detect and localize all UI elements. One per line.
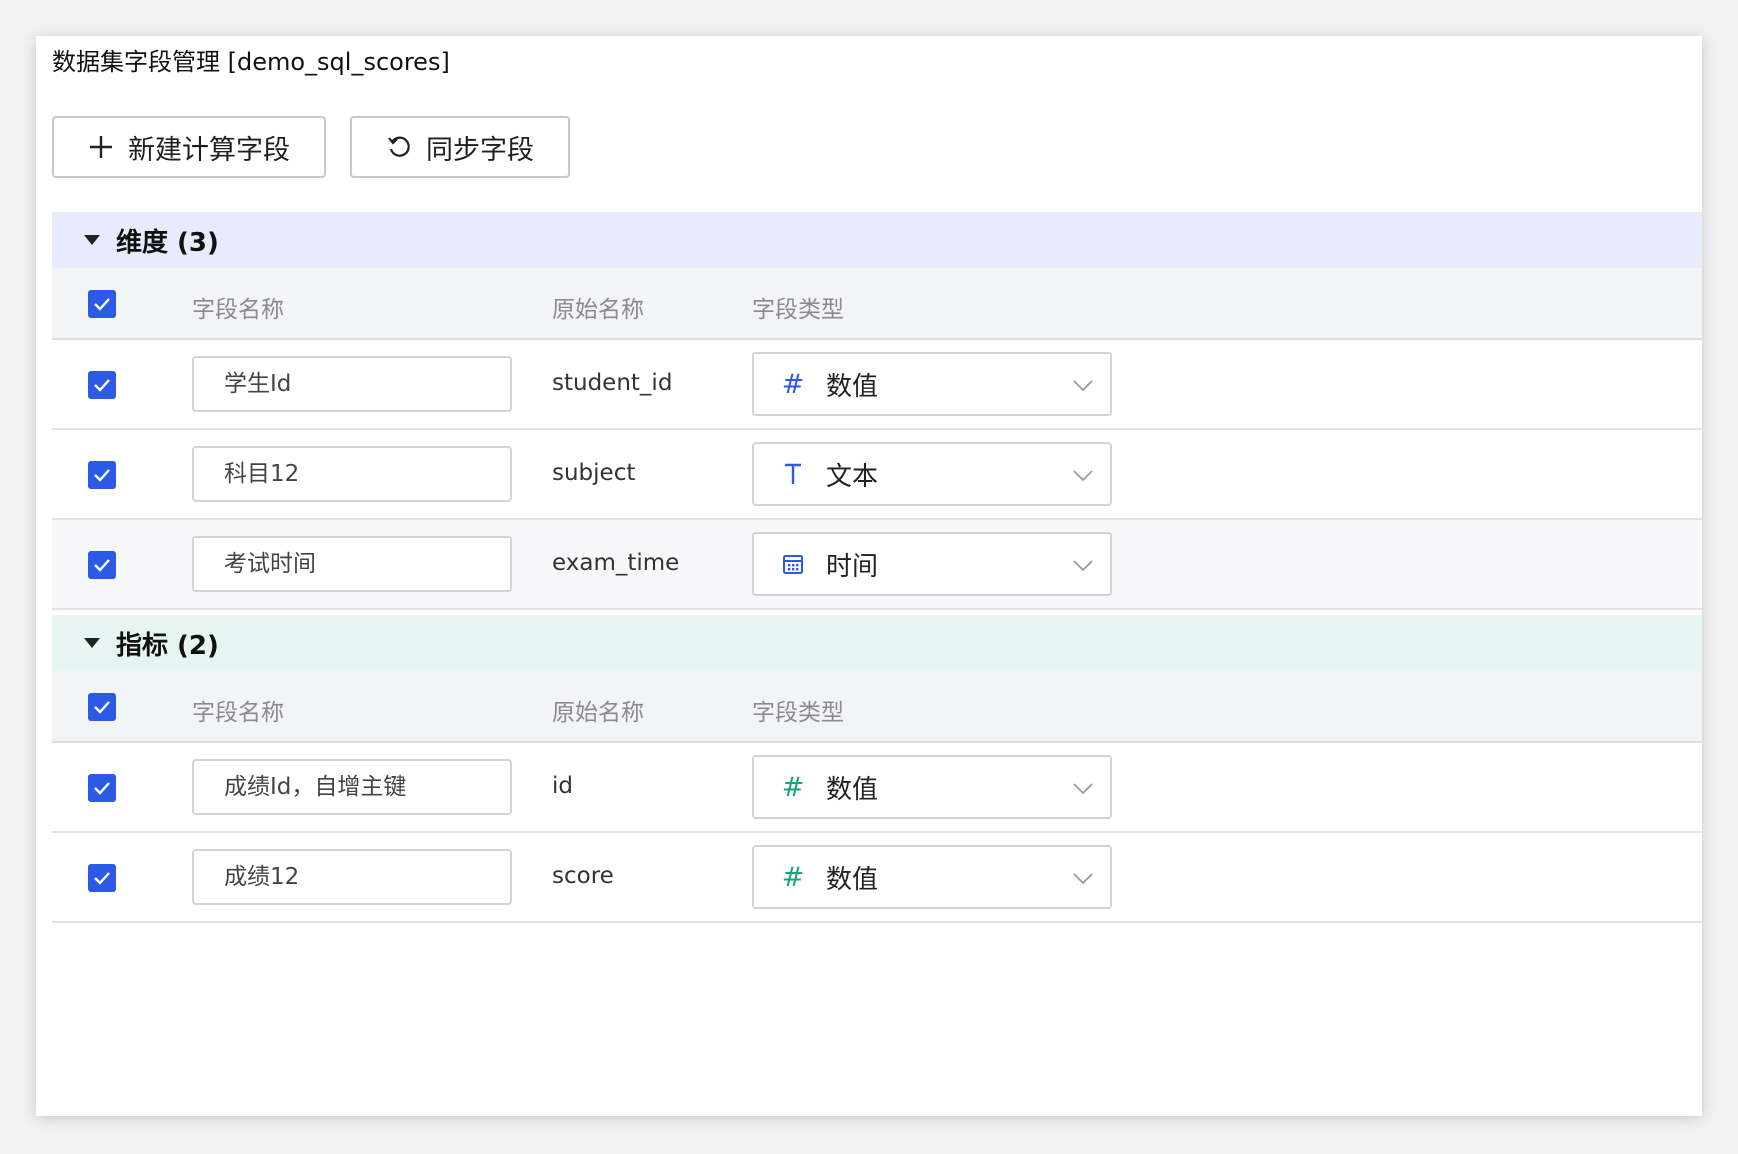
- dataset-field-manager-window: 数据集字段管理 [demo_sql_scores] 新建计算字段 同步字段 维度…: [36, 36, 1702, 1116]
- field-type-select[interactable]: 时间: [752, 532, 1112, 596]
- check-icon: [94, 298, 110, 311]
- column-header-original-name: 原始名称: [552, 297, 644, 323]
- original-name-text: student_id: [552, 370, 673, 396]
- calendar-icon: [780, 553, 806, 575]
- dimensions-section-label: 维度 (3): [116, 227, 219, 258]
- row-checkbox[interactable]: [88, 371, 116, 399]
- original-name-text: id: [552, 773, 573, 799]
- column-header-field-name: 字段名称: [192, 297, 284, 323]
- field-type-value: 文本: [826, 461, 879, 492]
- field-type-value: 数值: [826, 864, 879, 895]
- original-name-text: subject: [552, 460, 636, 486]
- check-icon: [94, 469, 110, 482]
- select-all-metrics-checkbox[interactable]: [88, 693, 116, 721]
- hash-icon: #: [781, 771, 805, 803]
- field-name-input[interactable]: 科目12: [192, 446, 512, 502]
- check-icon: [94, 559, 110, 572]
- dimensions-section-header[interactable]: 维度 (3): [52, 212, 1702, 270]
- table-row: 学生Id student_id # 数值: [52, 340, 1702, 430]
- row-checkbox[interactable]: [88, 774, 116, 802]
- caret-down-icon: [84, 235, 100, 245]
- field-type-value: 数值: [826, 774, 879, 805]
- chevron-down-icon: [1073, 783, 1093, 795]
- field-name-input[interactable]: 考试时间: [192, 536, 512, 592]
- metrics-table-header: 字段名称 原始名称 字段类型: [52, 671, 1702, 743]
- column-header-field-type: 字段类型: [752, 700, 844, 726]
- page-title: 数据集字段管理 [demo_sql_scores]: [52, 48, 450, 76]
- new-calculated-field-button[interactable]: 新建计算字段: [52, 116, 326, 178]
- check-icon: [94, 872, 110, 885]
- new-calculated-field-label: 新建计算字段: [128, 134, 290, 166]
- field-type-select[interactable]: # 数值: [752, 845, 1112, 909]
- column-header-original-name: 原始名称: [552, 700, 644, 726]
- sync-fields-label: 同步字段: [426, 134, 534, 166]
- metrics-section-label: 指标 (2): [116, 630, 219, 661]
- table-row: 成绩12 score # 数值: [52, 833, 1702, 923]
- field-type-select[interactable]: # 数值: [752, 352, 1112, 416]
- select-all-dimensions-checkbox[interactable]: [88, 290, 116, 318]
- column-header-field-name: 字段名称: [192, 700, 284, 726]
- check-icon: [94, 701, 110, 714]
- hash-icon: #: [781, 368, 805, 400]
- field-name-input[interactable]: 成绩Id，自增主键: [192, 759, 512, 815]
- field-name-input[interactable]: 学生Id: [192, 356, 512, 412]
- check-icon: [94, 379, 110, 392]
- plus-icon: [88, 134, 114, 160]
- field-type-select[interactable]: # 数值: [752, 755, 1112, 819]
- row-checkbox[interactable]: [88, 864, 116, 892]
- row-checkbox[interactable]: [88, 551, 116, 579]
- check-icon: [94, 782, 110, 795]
- field-name-input[interactable]: 成绩12: [192, 849, 512, 905]
- chevron-down-icon: [1073, 380, 1093, 392]
- field-type-value: 数值: [826, 371, 879, 402]
- chevron-down-icon: [1073, 560, 1093, 572]
- chevron-down-icon: [1073, 470, 1093, 482]
- text-t-icon: [780, 462, 806, 486]
- table-row: 科目12 subject 文本: [52, 430, 1702, 520]
- caret-down-icon: [84, 638, 100, 648]
- metrics-section-header[interactable]: 指标 (2): [52, 615, 1702, 673]
- row-checkbox[interactable]: [88, 461, 116, 489]
- field-type-select[interactable]: 文本: [752, 442, 1112, 506]
- chevron-down-icon: [1073, 873, 1093, 885]
- table-row: 考试时间 exam_time 时间: [52, 520, 1702, 610]
- dimensions-table-header: 字段名称 原始名称 字段类型: [52, 268, 1702, 340]
- field-type-value: 时间: [826, 551, 879, 582]
- sync-fields-button[interactable]: 同步字段: [350, 116, 570, 178]
- table-row: 成绩Id，自增主键 id # 数值: [52, 743, 1702, 833]
- refresh-icon: [386, 134, 412, 160]
- original-name-text: score: [552, 863, 614, 889]
- hash-icon: #: [781, 861, 805, 893]
- column-header-field-type: 字段类型: [752, 297, 844, 323]
- original-name-text: exam_time: [552, 550, 680, 576]
